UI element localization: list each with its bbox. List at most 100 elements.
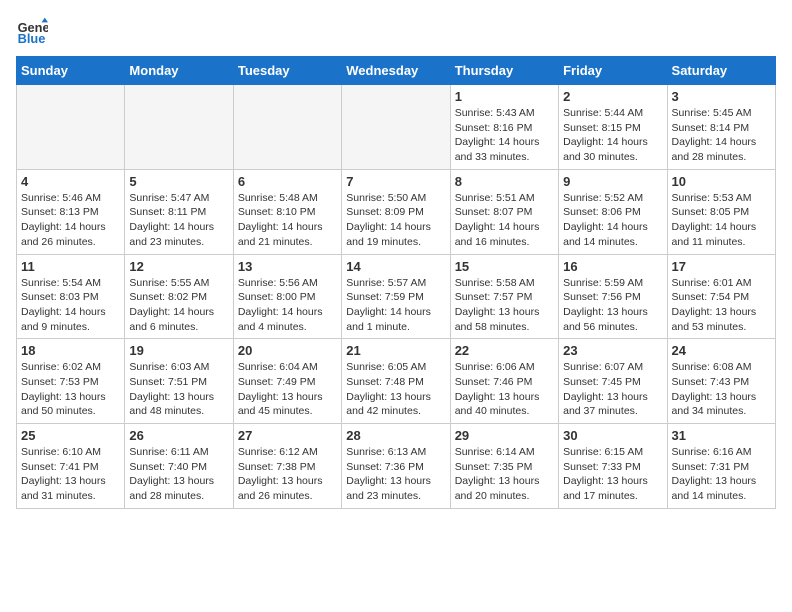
logo: General Blue — [16, 16, 52, 48]
day-number: 30 — [563, 428, 662, 443]
day-info: Sunrise: 6:12 AMSunset: 7:38 PMDaylight:… — [238, 445, 337, 504]
day-number: 16 — [563, 259, 662, 274]
day-info: Sunrise: 6:05 AMSunset: 7:48 PMDaylight:… — [346, 360, 445, 419]
calendar-cell: 2 Sunrise: 5:44 AMSunset: 8:15 PMDaylight… — [559, 85, 667, 170]
day-number: 28 — [346, 428, 445, 443]
day-info: Sunrise: 5:46 AMSunset: 8:13 PMDaylight:… — [21, 191, 120, 250]
day-number: 24 — [672, 343, 771, 358]
page-header: General Blue — [16, 16, 776, 48]
calendar-cell: 4Sunrise: 5:46 AMSunset: 8:13 PMDaylight… — [17, 169, 125, 254]
day-info: Sunrise: 6:11 AMSunset: 7:40 PMDaylight:… — [129, 445, 228, 504]
day-number: 1 — [455, 89, 554, 104]
calendar-cell: 17Sunrise: 6:01 AMSunset: 7:54 PMDayligh… — [667, 254, 775, 339]
calendar-cell: 1Sunrise: 5:43 AMSunset: 8:16 PMDaylight… — [450, 85, 558, 170]
day-number: 25 — [21, 428, 120, 443]
day-info: Sunrise: 6:13 AMSunset: 7:36 PMDaylight:… — [346, 445, 445, 504]
calendar-cell: 6 Sunrise: 5:48 AMSunset: 8:10 PMDaylight… — [233, 169, 341, 254]
calendar-cell: 9Sunrise: 5:52 AMSunset: 8:06 PMDaylight… — [559, 169, 667, 254]
calendar-cell: 10Sunrise: 5:53 AMSunset: 8:05 PMDayligh… — [667, 169, 775, 254]
weekday-header: Wednesday — [342, 57, 450, 85]
day-number: 12 — [129, 259, 228, 274]
day-info: Sunrise: 6:03 AMSunset: 7:51 PMDaylight:… — [129, 360, 228, 419]
calendar-cell: 7 Sunrise: 5:50 AMSunset: 8:09 PMDaylight… — [342, 169, 450, 254]
calendar-cell: 24 Sunrise: 6:08 AMSunset: 7:43 PMDayligh… — [667, 339, 775, 424]
calendar-cell: 12 Sunrise: 5:55 AMSunset: 8:02 PMDayligh… — [125, 254, 233, 339]
calendar-week-row: 18 Sunrise: 6:02 AMSunset: 7:53 PMDayligh… — [17, 339, 776, 424]
day-number: 26 — [129, 428, 228, 443]
weekday-header: Friday — [559, 57, 667, 85]
svg-text:Blue: Blue — [18, 31, 46, 46]
day-info: Sunrise: 6:15 AMSunset: 7:33 PMDaylight:… — [563, 445, 662, 504]
day-info: Sunrise: 5:44 AMSunset: 8:15 PMDaylight:… — [563, 106, 662, 165]
weekday-header: Sunday — [17, 57, 125, 85]
day-info: Sunrise: 6:07 AMSunset: 7:45 PMDaylight:… — [563, 360, 662, 419]
calendar-cell: 13 Sunrise: 5:56 AMSunset: 8:00 PMDayligh… — [233, 254, 341, 339]
calendar-week-row: 11 Sunrise: 5:54 AMSunset: 8:03 PMDayligh… — [17, 254, 776, 339]
calendar-cell: 18 Sunrise: 6:02 AMSunset: 7:53 PMDayligh… — [17, 339, 125, 424]
day-number: 21 — [346, 343, 445, 358]
day-number: 7 — [346, 174, 445, 189]
calendar-cell: 19 Sunrise: 6:03 AMSunset: 7:51 PMDayligh… — [125, 339, 233, 424]
day-number: 8 — [455, 174, 554, 189]
day-info: Sunrise: 5:52 AMSunset: 8:06 PMDaylight:… — [563, 191, 662, 250]
day-number: 10 — [672, 174, 771, 189]
day-number: 23 — [563, 343, 662, 358]
calendar-cell: 30 Sunrise: 6:15 AMSunset: 7:33 PMDayligh… — [559, 424, 667, 509]
day-number: 19 — [129, 343, 228, 358]
day-info: Sunrise: 5:48 AMSunset: 8:10 PMDaylight:… — [238, 191, 337, 250]
day-number: 31 — [672, 428, 771, 443]
day-info: Sunrise: 5:55 AMSunset: 8:02 PMDaylight:… — [129, 276, 228, 335]
day-info: Sunrise: 6:16 AMSunset: 7:31 PMDaylight:… — [672, 445, 771, 504]
day-info: Sunrise: 5:45 AMSunset: 8:14 PMDaylight:… — [672, 106, 771, 165]
day-info: Sunrise: 5:50 AMSunset: 8:09 PMDaylight:… — [346, 191, 445, 250]
day-number: 15 — [455, 259, 554, 274]
day-info: Sunrise: 5:56 AMSunset: 8:00 PMDaylight:… — [238, 276, 337, 335]
calendar-cell: 14 Sunrise: 5:57 AMSunset: 7:59 PMDayligh… — [342, 254, 450, 339]
day-info: Sunrise: 6:10 AMSunset: 7:41 PMDaylight:… — [21, 445, 120, 504]
day-number: 20 — [238, 343, 337, 358]
calendar-week-row: 25 Sunrise: 6:10 AMSunset: 7:41 PMDayligh… — [17, 424, 776, 509]
day-info: Sunrise: 5:59 AMSunset: 7:56 PMDaylight:… — [563, 276, 662, 335]
day-info: Sunrise: 6:04 AMSunset: 7:49 PMDaylight:… — [238, 360, 337, 419]
weekday-header: Tuesday — [233, 57, 341, 85]
calendar-cell: 27 Sunrise: 6:12 AMSunset: 7:38 PMDayligh… — [233, 424, 341, 509]
weekday-header-row: SundayMondayTuesdayWednesdayThursdayFrid… — [17, 57, 776, 85]
day-number: 17 — [672, 259, 771, 274]
day-number: 13 — [238, 259, 337, 274]
day-number: 22 — [455, 343, 554, 358]
calendar-cell: 11 Sunrise: 5:54 AMSunset: 8:03 PMDayligh… — [17, 254, 125, 339]
day-number: 6 — [238, 174, 337, 189]
calendar-cell: 25 Sunrise: 6:10 AMSunset: 7:41 PMDayligh… — [17, 424, 125, 509]
calendar-cell: 8 Sunrise: 5:51 AMSunset: 8:07 PMDaylight… — [450, 169, 558, 254]
day-number: 5 — [129, 174, 228, 189]
day-info: Sunrise: 5:57 AMSunset: 7:59 PMDaylight:… — [346, 276, 445, 335]
day-number: 14 — [346, 259, 445, 274]
calendar-cell: 21 Sunrise: 6:05 AMSunset: 7:48 PMDayligh… — [342, 339, 450, 424]
calendar-cell: 23 Sunrise: 6:07 AMSunset: 7:45 PMDayligh… — [559, 339, 667, 424]
calendar-table: SundayMondayTuesdayWednesdayThursdayFrid… — [16, 56, 776, 509]
calendar-cell: 3 Sunrise: 5:45 AMSunset: 8:14 PMDaylight… — [667, 85, 775, 170]
day-info: Sunrise: 5:47 AMSunset: 8:11 PMDaylight:… — [129, 191, 228, 250]
day-number: 27 — [238, 428, 337, 443]
calendar-week-row: 1Sunrise: 5:43 AMSunset: 8:16 PMDaylight… — [17, 85, 776, 170]
calendar-cell: 26 Sunrise: 6:11 AMSunset: 7:40 PMDayligh… — [125, 424, 233, 509]
day-number: 18 — [21, 343, 120, 358]
day-number: 3 — [672, 89, 771, 104]
calendar-cell: 31 Sunrise: 6:16 AMSunset: 7:31 PMDayligh… — [667, 424, 775, 509]
calendar-cell: 5 Sunrise: 5:47 AMSunset: 8:11 PMDaylight… — [125, 169, 233, 254]
day-number: 2 — [563, 89, 662, 104]
calendar-cell: 29Sunrise: 6:14 AMSunset: 7:35 PMDayligh… — [450, 424, 558, 509]
calendar-week-row: 4Sunrise: 5:46 AMSunset: 8:13 PMDaylight… — [17, 169, 776, 254]
day-info: Sunrise: 6:06 AMSunset: 7:46 PMDaylight:… — [455, 360, 554, 419]
day-number: 11 — [21, 259, 120, 274]
calendar-cell: 22 Sunrise: 6:06 AMSunset: 7:46 PMDayligh… — [450, 339, 558, 424]
weekday-header: Saturday — [667, 57, 775, 85]
day-info: Sunrise: 5:51 AMSunset: 8:07 PMDaylight:… — [455, 191, 554, 250]
weekday-header: Thursday — [450, 57, 558, 85]
day-info: Sunrise: 5:54 AMSunset: 8:03 PMDaylight:… — [21, 276, 120, 335]
day-info: Sunrise: 6:14 AMSunset: 7:35 PMDaylight:… — [455, 445, 554, 504]
calendar-cell — [17, 85, 125, 170]
weekday-header: Monday — [125, 57, 233, 85]
day-info: Sunrise: 6:08 AMSunset: 7:43 PMDaylight:… — [672, 360, 771, 419]
day-info: Sunrise: 6:02 AMSunset: 7:53 PMDaylight:… — [21, 360, 120, 419]
